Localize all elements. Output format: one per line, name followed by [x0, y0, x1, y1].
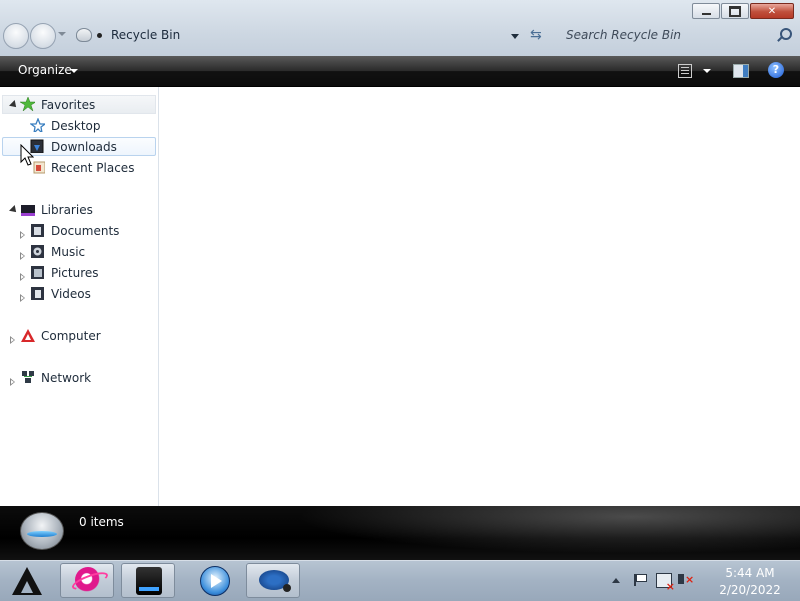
nav-item-label: Pictures	[51, 266, 99, 280]
nav-item-label: Documents	[51, 224, 120, 238]
organize-button[interactable]: Organize	[18, 63, 72, 77]
explorer-window: ✕ Recycle Bin ⇆ Organize ? Favorites	[0, 0, 800, 560]
nav-network-label: Network	[41, 371, 92, 385]
nav-item-label: Downloads	[51, 140, 117, 154]
address-bar-location[interactable]: Recycle Bin	[111, 28, 180, 42]
window-controls: ✕	[691, 3, 794, 19]
recycle-bin-icon	[20, 512, 64, 550]
title-bar: ✕ Recycle Bin ⇆	[0, 0, 800, 56]
expand-music-icon[interactable]	[20, 252, 25, 260]
details-pane: 0 items	[0, 506, 800, 560]
taskbar-internet-explorer[interactable]	[60, 563, 114, 598]
start-button[interactable]	[2, 563, 52, 599]
taskbar-recycle-bin-window[interactable]	[246, 563, 300, 598]
taskbar-media-player[interactable]	[186, 563, 240, 598]
pictures-icon	[31, 266, 44, 279]
nav-item-label: Music	[51, 245, 86, 259]
nav-item-label: Desktop	[51, 119, 101, 133]
expand-videos-icon[interactable]	[20, 294, 25, 302]
refresh-icon[interactable]: ⇆	[530, 27, 542, 43]
search-input[interactable]	[558, 24, 798, 46]
items-count: 0 items	[79, 515, 124, 529]
internet-explorer-icon	[75, 567, 101, 593]
volume-muted-icon[interactable]	[678, 573, 694, 586]
action-center-flag-icon[interactable]	[634, 574, 648, 586]
forward-button[interactable]	[30, 23, 56, 49]
maximize-button[interactable]	[721, 3, 749, 19]
preview-pane-icon[interactable]	[733, 64, 749, 78]
nav-item-label: Videos	[51, 287, 91, 301]
command-bar: Organize ?	[0, 56, 800, 87]
clock-date[interactable]: 2/20/2022	[710, 583, 790, 597]
navigation-pane: Favorites Desktop Downloads Recent Place…	[0, 87, 159, 506]
recycle-bin-icon	[259, 570, 291, 592]
videos-icon	[31, 287, 44, 300]
search-icon[interactable]	[780, 28, 792, 40]
close-button[interactable]: ✕	[750, 3, 794, 19]
media-player-icon	[200, 566, 230, 596]
recycle-bin-address-icon	[76, 28, 92, 42]
expand-computer-icon[interactable]	[10, 336, 15, 344]
nav-favorites-label: Favorites	[41, 98, 96, 112]
help-icon[interactable]: ?	[768, 62, 784, 78]
network-icon	[22, 371, 34, 383]
change-view-icon[interactable]	[678, 64, 692, 78]
maximize-icon	[722, 4, 748, 18]
clock-time[interactable]: 5:44 AM	[710, 566, 790, 580]
favorites-star-icon	[20, 97, 35, 111]
minimize-icon	[693, 4, 719, 18]
computer-icon	[21, 329, 35, 342]
back-button[interactable]	[3, 23, 29, 49]
expand-documents-icon[interactable]	[20, 231, 25, 239]
close-icon: ✕	[767, 5, 777, 17]
nav-libraries-label: Libraries	[41, 203, 93, 217]
music-icon	[31, 245, 44, 258]
file-list-area[interactable]	[159, 87, 800, 506]
minimize-button[interactable]	[692, 3, 720, 19]
organize-dropdown-icon[interactable]	[70, 69, 78, 73]
breadcrumb-separator-icon[interactable]	[97, 33, 102, 38]
nav-computer-label: Computer	[41, 329, 101, 343]
search-box[interactable]	[558, 24, 798, 46]
address-history-dropdown-icon[interactable]	[511, 34, 519, 39]
expand-network-icon[interactable]	[10, 378, 15, 386]
expand-libraries-icon[interactable]	[9, 205, 19, 215]
show-hidden-icons-icon[interactable]	[612, 578, 620, 583]
network-status-icon[interactable]	[656, 573, 675, 593]
recent-pages-dropdown-icon[interactable]	[58, 32, 66, 36]
windows-explorer-icon	[136, 567, 162, 595]
libraries-icon	[21, 205, 35, 216]
system-tray: 5:44 AM 2/20/2022	[590, 561, 800, 601]
view-options-dropdown-icon[interactable]	[703, 69, 711, 73]
nav-item-label: Recent Places	[51, 161, 135, 175]
taskbar: 5:44 AM 2/20/2022	[0, 560, 800, 601]
taskbar-windows-explorer[interactable]	[121, 563, 175, 598]
desktop-icon	[30, 118, 45, 132]
documents-icon	[31, 224, 44, 237]
expand-pictures-icon[interactable]	[20, 273, 25, 281]
